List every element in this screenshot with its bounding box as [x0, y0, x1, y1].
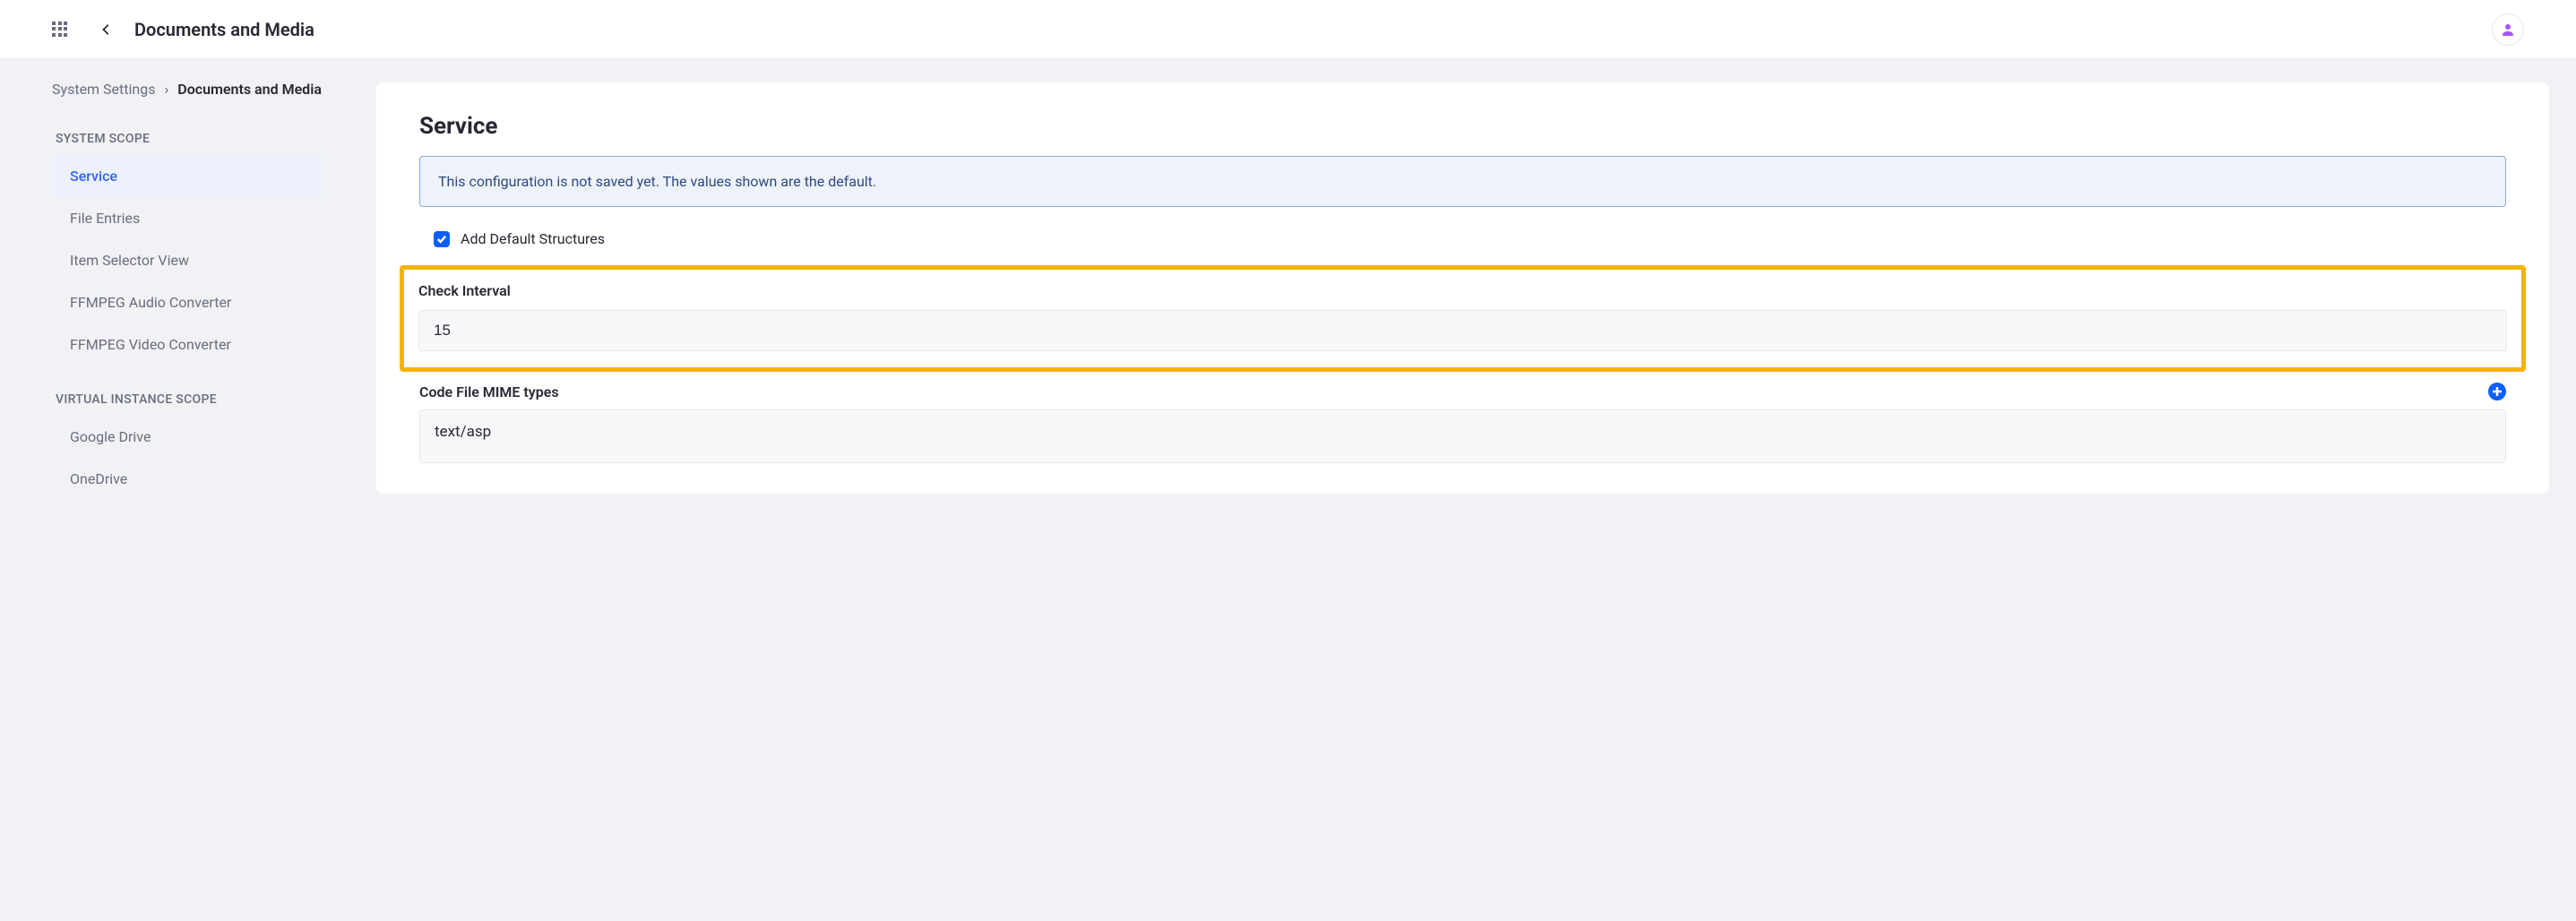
breadcrumb: System Settings › Documents and Media [52, 81, 376, 98]
add-default-structures-label: Add Default Structures [461, 230, 605, 247]
nav-item-item-selector-view[interactable]: Item Selector View [52, 239, 323, 281]
nav-section-virtual-instance-scope: VIRTUAL INSTANCE SCOPE [52, 383, 376, 416]
nav-item-onedrive[interactable]: OneDrive [52, 458, 323, 500]
sidebar: System Settings › Documents and Media SY… [0, 59, 376, 921]
back-button[interactable] [100, 23, 113, 36]
mime-types-label: Code File MIME types [419, 383, 559, 400]
nav-section-system-scope: SYSTEM SCOPE [52, 123, 376, 155]
breadcrumb-parent[interactable]: System Settings [52, 81, 155, 98]
info-alert: This configuration is not saved yet. The… [419, 156, 2506, 207]
topbar: Documents and Media [0, 0, 2576, 59]
page-title: Documents and Media [134, 19, 314, 40]
chevron-right-icon: › [164, 81, 168, 98]
nav-item-service[interactable]: Service [52, 155, 323, 197]
user-icon [2501, 22, 2515, 37]
apps-grid-icon[interactable] [52, 22, 68, 38]
nav-item-file-entries[interactable]: File Entries [52, 197, 323, 239]
check-interval-input[interactable] [418, 310, 2507, 351]
nav-item-google-drive[interactable]: Google Drive [52, 416, 323, 458]
check-icon [436, 235, 447, 244]
main-content: Service This configuration is not saved … [376, 59, 2576, 921]
mime-type-input[interactable]: text/asp [419, 409, 2506, 463]
user-menu-button[interactable] [2492, 13, 2524, 46]
content-title: Service [419, 113, 2506, 140]
add-mime-type-button[interactable] [2488, 383, 2506, 400]
plus-icon [2493, 387, 2502, 396]
check-interval-label: Check Interval [418, 282, 2507, 299]
breadcrumb-current: Documents and Media [177, 81, 322, 98]
nav-item-ffmpeg-audio[interactable]: FFMPEG Audio Converter [52, 281, 323, 323]
add-default-structures-checkbox[interactable] [434, 231, 450, 247]
check-interval-highlight: Check Interval [400, 265, 2526, 372]
nav-item-ffmpeg-video[interactable]: FFMPEG Video Converter [52, 323, 323, 366]
